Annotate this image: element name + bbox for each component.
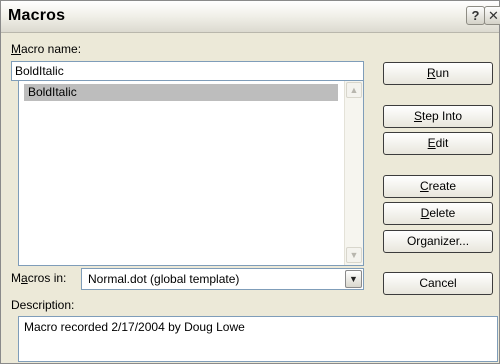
run-button[interactable]: Run <box>383 62 493 85</box>
chevron-up-icon: ▲ <box>349 85 359 95</box>
scroll-down-button[interactable]: ▼ <box>346 247 362 263</box>
description-text: Macro recorded 2/17/2004 by Doug Lowe <box>24 320 245 334</box>
macros-in-select[interactable]: Normal.dot (global template) ▼ <box>81 268 364 290</box>
macros-in-label: Macros in: <box>11 271 66 285</box>
macro-name-label: Macro name: <box>11 42 81 56</box>
title-bar: Macros ? ✕ <box>1 1 500 33</box>
edit-hotkey: E <box>427 136 436 150</box>
macros-in-label-text: cros in: <box>27 271 67 285</box>
edit-label: dit <box>435 136 449 150</box>
create-hotkey: C <box>419 179 429 193</box>
organizer-hotkey: g <box>420 234 427 248</box>
organizer-label: anizer... <box>427 234 470 248</box>
step-into-label: tep Into <box>421 109 463 123</box>
description-label: Description: <box>11 298 75 312</box>
list-item[interactable]: BoldItalic <box>24 84 338 101</box>
macros-in-label-pre: M <box>11 271 21 285</box>
chevron-down-icon: ▼ <box>349 250 359 260</box>
description-box: Macro recorded 2/17/2004 by Doug Lowe <box>18 316 498 362</box>
macro-name-label-text: acro name: <box>21 42 82 56</box>
list-scrollbar[interactable]: ▲ ▼ <box>344 81 363 265</box>
macros-in-value: Normal.dot (global template) <box>88 272 240 286</box>
run-label: un <box>435 66 450 80</box>
cancel-label: Cancel <box>419 276 457 290</box>
macro-name-input[interactable]: BoldItalic <box>11 61 364 81</box>
macros-in-hotkey: a <box>21 271 28 285</box>
delete-hotkey: D <box>420 206 430 220</box>
delete-label: elete <box>429 206 456 220</box>
close-button[interactable]: ✕ <box>484 6 500 25</box>
list-item-label: BoldItalic <box>28 85 77 99</box>
run-hotkey: R <box>426 66 436 80</box>
macro-name-hotkey: M <box>11 42 21 56</box>
chevron-down-icon: ▼ <box>349 274 358 284</box>
dialog-title: Macros <box>8 7 66 24</box>
close-icon: ✕ <box>488 8 499 23</box>
organizer-label-pre: Or <box>406 234 421 248</box>
create-label: reate <box>428 179 457 193</box>
macros-dialog: Macros ? ✕ Macro name: BoldItalic BoldIt… <box>0 0 500 364</box>
help-icon: ? <box>471 8 480 23</box>
cancel-button[interactable]: Cancel <box>383 272 493 295</box>
delete-button[interactable]: Delete <box>383 202 493 225</box>
edit-button[interactable]: Edit <box>383 132 493 155</box>
help-button[interactable]: ? <box>466 6 485 25</box>
macro-list[interactable]: BoldItalic ▲ ▼ <box>18 80 364 266</box>
macros-in-dropdown-button[interactable]: ▼ <box>345 270 362 288</box>
macro-name-value: BoldItalic <box>15 64 64 78</box>
organizer-button[interactable]: Organizer... <box>383 230 493 253</box>
step-into-hotkey: S <box>413 109 422 123</box>
create-button[interactable]: Create <box>383 175 493 198</box>
scroll-up-button[interactable]: ▲ <box>346 82 362 98</box>
step-into-button[interactable]: Step Into <box>383 105 493 128</box>
